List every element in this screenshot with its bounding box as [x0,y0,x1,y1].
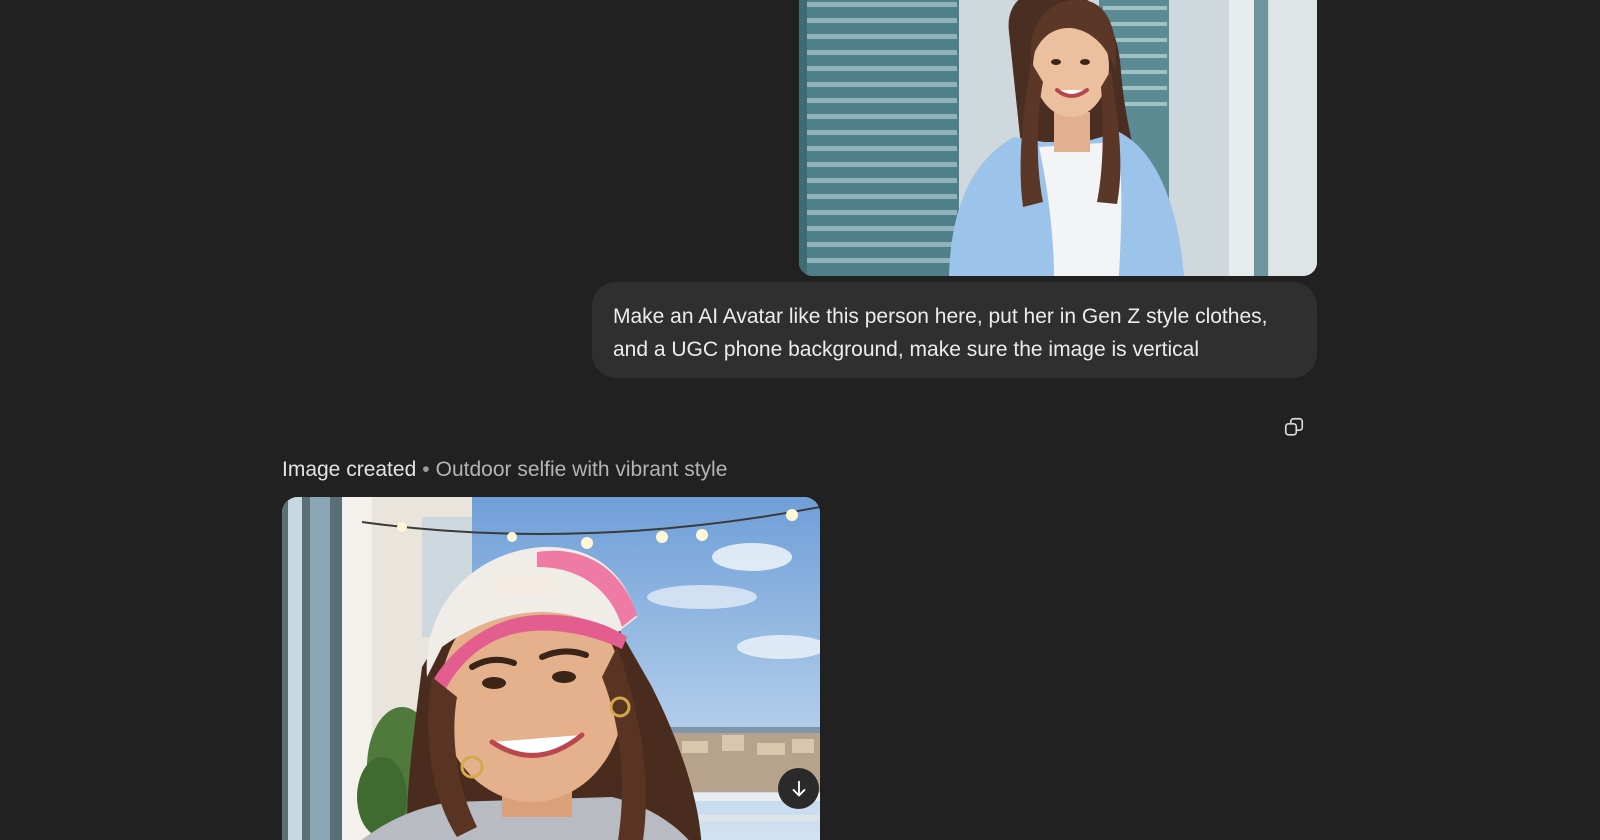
user-uploaded-image[interactable] [799,0,1317,276]
chat-page: Make an AI Avatar like this person here,… [0,0,1600,840]
image-caption: Outdoor selfie with vibrant style [435,458,728,481]
user-message-text: Make an AI Avatar like this person here,… [613,305,1268,361]
user-photo-illustration [799,0,1317,276]
header-separator: • [422,458,430,481]
download-image-button[interactable] [778,768,819,809]
generated-image[interactable] [282,497,820,840]
user-message-bubble: Make an AI Avatar like this person here,… [592,282,1317,378]
generated-image-illustration [282,497,820,840]
copy-message-button[interactable] [1278,411,1310,443]
download-arrow-icon [792,780,805,796]
image-status-label: Image created [282,458,417,481]
image-created-header: Image created • Outdoor selfie with vibran… [282,456,727,484]
copy-icon [1284,417,1304,436]
